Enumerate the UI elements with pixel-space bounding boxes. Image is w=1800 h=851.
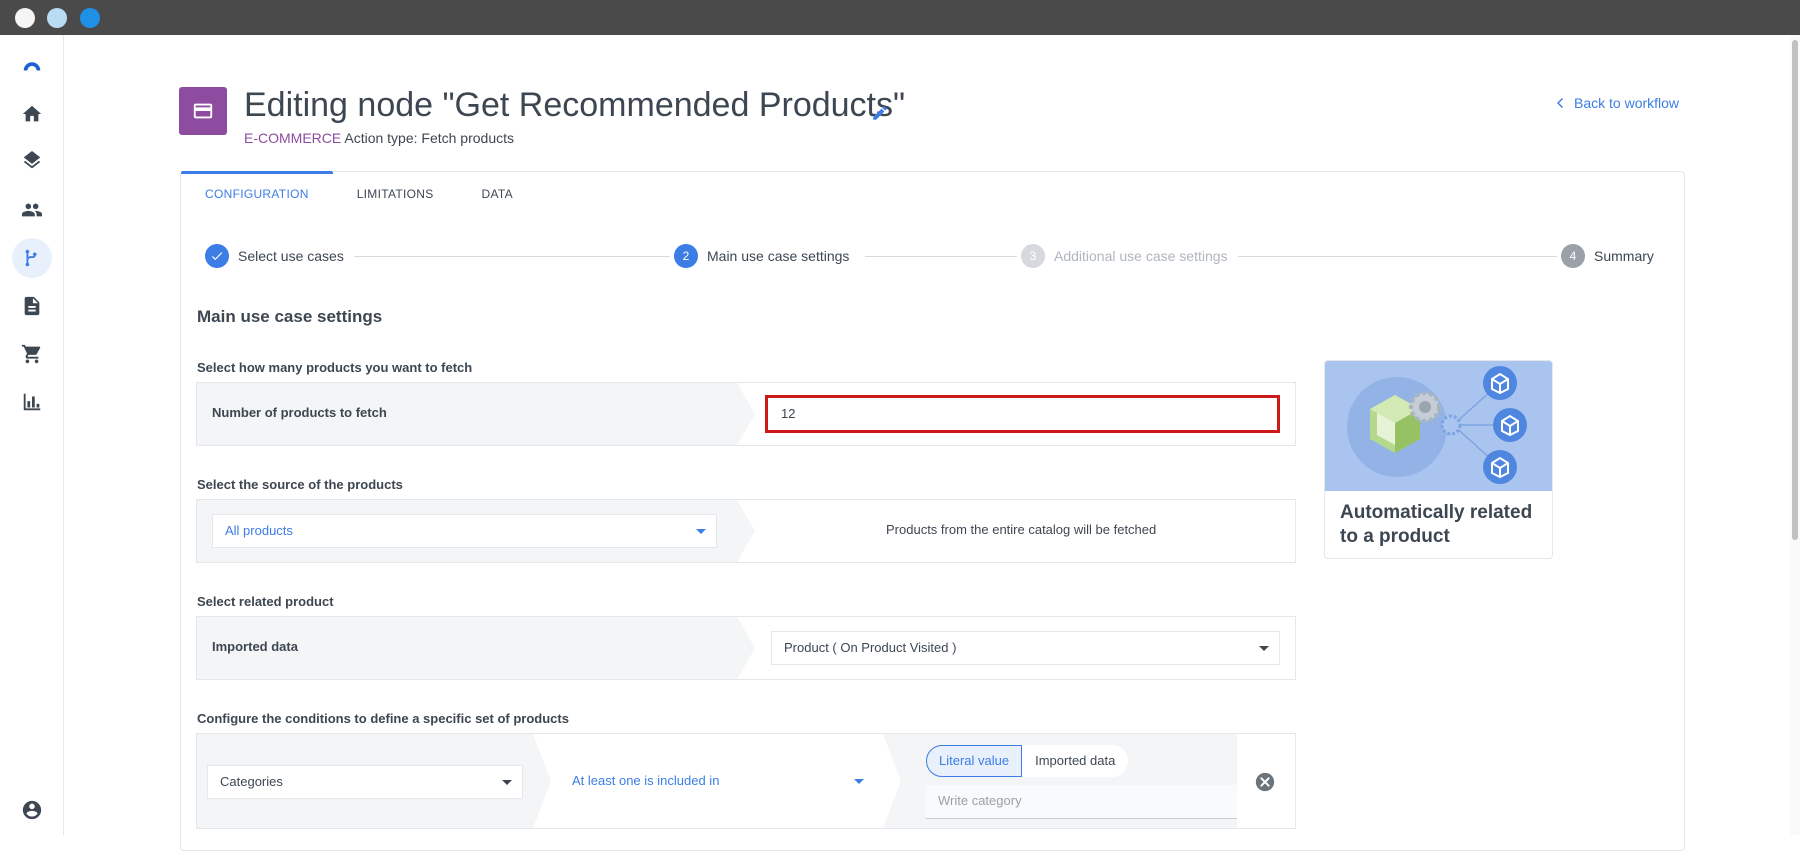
illustration-title: Automatically related to a product: [1340, 502, 1533, 547]
chevron-down-icon: [1259, 646, 1269, 651]
toggle-imported-data[interactable]: Imported data: [1022, 745, 1129, 777]
category-input[interactable]: Write category: [926, 785, 1242, 819]
related-row-header: Imported data: [197, 617, 755, 679]
check-icon: [211, 252, 223, 261]
step-number: 2: [674, 244, 698, 268]
document-icon: [24, 296, 40, 316]
section-title: Main use case settings: [197, 307, 383, 326]
people-icon: [21, 203, 43, 217]
chevron-down-icon: [696, 529, 706, 534]
credit-card-icon: [193, 103, 213, 119]
layers-icon: [23, 151, 41, 169]
page-scrollbar[interactable]: [1790, 35, 1800, 835]
node-category: E-COMMERCE: [244, 130, 342, 146]
product-source-value: All products: [225, 523, 293, 538]
condition-operator-select[interactable]: At least one is included in: [559, 764, 875, 798]
related-products-illustration: [1347, 366, 1527, 484]
source-question: Select the source of the products: [197, 477, 403, 492]
back-to-workflow-link[interactable]: Back to workflow: [1556, 95, 1679, 111]
sidebar-item-layers[interactable]: [12, 142, 52, 182]
pencil-icon: [873, 106, 887, 120]
step-label: Select use cases: [238, 248, 344, 264]
tab-bar: CONFIGURATION LIMITATIONS DATA: [181, 171, 537, 212]
step-number: 4: [1561, 244, 1585, 268]
chevron-down-icon: [502, 780, 512, 785]
condition-attribute-value: Categories: [220, 774, 283, 789]
step-label: Summary: [1594, 248, 1654, 264]
step-label: Additional use case settings: [1054, 248, 1228, 264]
related-row-label: Imported data: [212, 639, 298, 654]
source-info-text: Products from the entire catalog will be…: [886, 522, 1157, 537]
step-summary[interactable]: 4 Summary: [1557, 244, 1654, 268]
use-case-illustration-card: Automatically related to a product: [1324, 360, 1553, 559]
toggle-literal-value[interactable]: Literal value: [926, 745, 1023, 777]
step-select-use-cases[interactable]: Select use cases: [205, 244, 354, 268]
conditions-question: Configure the conditions to define a spe…: [197, 711, 569, 726]
step-done-marker: [205, 244, 229, 268]
stepper-connector: [865, 256, 1025, 257]
products-count-input[interactable]: 12: [765, 395, 1280, 433]
sidebar-item-ecommerce[interactable]: [12, 334, 52, 374]
sidebar-item-people[interactable]: [12, 190, 52, 230]
related-product-select[interactable]: Product ( On Product Visited ): [771, 631, 1280, 665]
step-main-settings[interactable]: 2 Main use case settings: [670, 244, 860, 268]
sidebar-item-workflows[interactable]: [12, 238, 52, 278]
home-icon: [22, 105, 42, 122]
related-product-value: Product ( On Product Visited ): [784, 640, 957, 655]
close-circle-icon: [1255, 772, 1275, 792]
app-logo[interactable]: [12, 45, 52, 85]
source-row: All products Products from the entire ca…: [196, 499, 1296, 563]
sidebar-item-account[interactable]: [12, 790, 52, 830]
sidebar-item-analytics[interactable]: [12, 382, 52, 422]
source-row-header: All products: [197, 500, 755, 562]
chevron-down-icon: [854, 779, 864, 784]
condition-operator-segment: At least one is included in: [533, 734, 883, 828]
logo-icon: [23, 62, 41, 71]
window-titlebar: [0, 0, 1800, 35]
related-row: Imported data Product ( On Product Visit…: [196, 616, 1296, 680]
node-subtitle: E-COMMERCE Action type: Fetch products: [244, 130, 514, 146]
sidebar-item-home[interactable]: [12, 94, 52, 134]
fetch-count-row-header: Number of products to fetch: [197, 383, 755, 445]
account-circle-icon: [22, 800, 42, 820]
tab-configuration[interactable]: CONFIGURATION: [181, 171, 333, 212]
product-source-select[interactable]: All products: [212, 514, 717, 548]
window-minimize-button[interactable]: [47, 8, 67, 28]
page-title: Editing node "Get Recommended Products": [244, 86, 906, 124]
scrollbar-thumb[interactable]: [1792, 40, 1798, 540]
node-action-type: Action type: Fetch products: [344, 130, 514, 146]
value-source-toggle: Literal value Imported data: [926, 745, 1129, 777]
window-close-button[interactable]: [15, 8, 35, 28]
window-maximize-button[interactable]: [80, 8, 100, 28]
condition-attribute-select[interactable]: Categories: [207, 765, 523, 799]
step-number: 3: [1021, 244, 1045, 268]
related-question: Select related product: [197, 594, 334, 609]
fetch-count-label: Number of products to fetch: [212, 405, 387, 420]
chevron-left-icon: [1557, 98, 1563, 108]
illustration-image: [1325, 361, 1552, 491]
tab-data[interactable]: DATA: [458, 172, 537, 212]
wizard-stepper: Select use cases 2 Main use case setting…: [205, 244, 1655, 270]
stepper-connector: [340, 256, 674, 257]
fetch-count-row: Number of products to fetch 12: [196, 382, 1296, 446]
sidebar-item-documents[interactable]: [12, 286, 52, 326]
edit-title-button[interactable]: [871, 104, 889, 122]
cart-icon: [21, 344, 41, 364]
stepper-connector: [1229, 256, 1561, 257]
workflow-icon: [25, 249, 37, 267]
step-label: Main use case settings: [707, 248, 850, 264]
back-to-workflow-label: Back to workflow: [1574, 95, 1680, 111]
node-type-badge: [179, 87, 227, 135]
condition-row: Categories At least one is included in L…: [196, 733, 1296, 829]
fetch-count-question: Select how many products you want to fet…: [197, 360, 473, 375]
condition-operator-value: At least one is included in: [572, 773, 720, 788]
sidebar: [0, 35, 64, 835]
bar-chart-icon: [23, 393, 41, 411]
node-config-card: CONFIGURATION LIMITATIONS DATA Select us…: [180, 171, 1685, 851]
tab-limitations[interactable]: LIMITATIONS: [333, 172, 458, 212]
step-additional-settings[interactable]: 3 Additional use case settings: [1017, 244, 1238, 268]
remove-condition-button[interactable]: [1254, 771, 1276, 793]
